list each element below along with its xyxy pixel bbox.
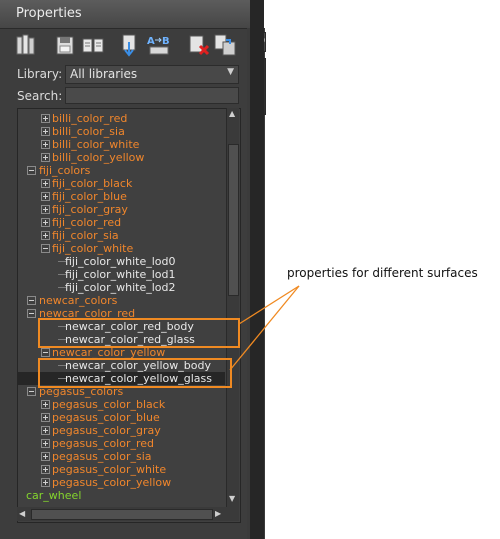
tree-item[interactable]: fiji_color_white_lod2 [18, 281, 225, 294]
rename-ab-icon[interactable]: A B [146, 32, 172, 58]
tree-item[interactable]: fiji_color_gray [18, 203, 225, 216]
svg-text:B: B [162, 36, 170, 47]
highlight-box-yellow [38, 358, 232, 388]
vertical-scroll-thumb[interactable] [228, 144, 239, 296]
tree-item[interactable]: billi_color_sia [18, 125, 225, 138]
library-select[interactable]: All libraries ▼ [65, 65, 239, 84]
tree-item[interactable]: pegasus_color_blue [18, 411, 225, 424]
open-book-icon[interactable] [80, 32, 106, 58]
title-bar: Properties [0, 0, 250, 29]
tree-item[interactable]: fiji_color_red [18, 216, 225, 229]
tree-item[interactable]: pegasus_color_red [18, 437, 225, 450]
vertical-scrollbar[interactable]: ▲ ▼ [226, 108, 239, 507]
horizontal-scrollbar[interactable]: ◀ ▶ [17, 507, 239, 521]
scroll-left-icon[interactable]: ◀ [19, 509, 25, 518]
svg-text:A: A [147, 36, 155, 47]
material-tree[interactable]: billi_color_red billi_color_sia billi_co… [17, 108, 241, 523]
scroll-down-icon[interactable]: ▼ [229, 494, 235, 503]
tree-item[interactable]: fiji_color_white [18, 242, 225, 255]
horizontal-scroll-thumb[interactable] [31, 509, 213, 520]
callout-text: properties for different surfaces [287, 266, 478, 280]
tree-item[interactable]: car_wheel [18, 489, 225, 502]
tree-item[interactable]: pegasus_color_gray [18, 424, 225, 437]
tree-item[interactable]: fiji_color_blue [18, 190, 225, 203]
highlight-box-red [38, 318, 240, 348]
tree-item[interactable]: fiji_color_white_lod0 [18, 255, 225, 268]
tree-item[interactable]: billi_color_white [18, 138, 225, 151]
tree-item[interactable]: pegasus_color_sia [18, 450, 225, 463]
library-select-value: All libraries [70, 67, 138, 81]
search-input[interactable] [65, 87, 239, 104]
library-books-icon[interactable] [14, 32, 40, 58]
tree-item[interactable]: newcar_colors [18, 294, 225, 307]
library-label: Library: [17, 67, 63, 81]
save-icon[interactable] [52, 32, 78, 58]
scroll-right-icon[interactable]: ▶ [215, 509, 221, 518]
panel-divider [250, 0, 264, 539]
tree-item[interactable]: pegasus_color_white [18, 463, 225, 476]
delete-icon[interactable] [186, 32, 212, 58]
tree-item[interactable]: pegasus_color_black [18, 398, 225, 411]
tree-item[interactable]: billi_color_red [18, 112, 225, 125]
clone-icon[interactable] [212, 32, 238, 58]
tree-item[interactable]: pegasus_color_yellow [18, 476, 225, 489]
tree-item[interactable]: fiji_color_sia [18, 229, 225, 242]
scroll-up-icon[interactable]: ▲ [229, 109, 235, 118]
chevron-down-icon: ▼ [227, 67, 234, 77]
tree-item[interactable]: fiji_colors [18, 164, 225, 177]
tree-item[interactable]: fiji_color_black [18, 177, 225, 190]
search-label: Search: [17, 89, 63, 103]
properties-panel: Properties A B Library: All libraries ▼ … [0, 0, 250, 539]
download-icon[interactable] [116, 32, 142, 58]
window-title: Properties [16, 6, 82, 21]
tree-item[interactable]: billi_color_yellow [18, 151, 225, 164]
tree-item[interactable]: fiji_color_white_lod1 [18, 268, 225, 281]
